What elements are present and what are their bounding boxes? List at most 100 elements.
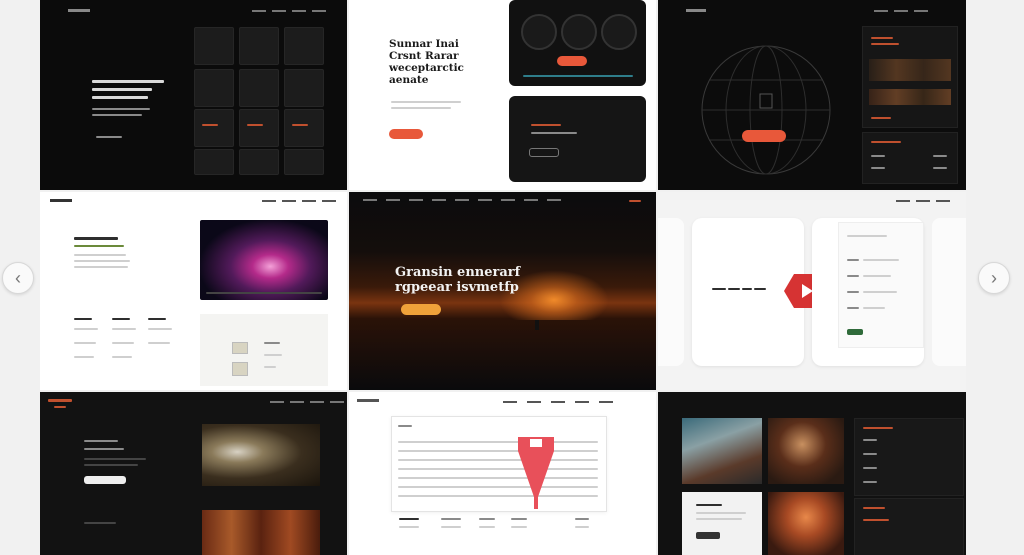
card-accent	[292, 124, 308, 126]
form-inner	[838, 222, 924, 348]
carousel-prev-button[interactable]: ‹	[2, 262, 34, 294]
tile-light-media[interactable]	[40, 192, 347, 390]
grid-card[interactable]	[194, 27, 234, 65]
headline-line: rgpeear isvmetfp	[395, 279, 519, 295]
panel-line	[933, 167, 947, 169]
portfolio-image[interactable]	[202, 424, 320, 486]
grid-card[interactable]	[239, 27, 279, 65]
cta-button[interactable]	[84, 476, 126, 484]
form-line	[847, 259, 859, 261]
table-row	[398, 441, 598, 443]
grid-card[interactable]	[284, 149, 324, 175]
grid-card[interactable]	[239, 149, 279, 175]
form-card	[812, 218, 924, 366]
feature-line	[112, 342, 134, 344]
tile-sunset-hero[interactable]: Gransin ennerarf rgpeear isvmetfp	[349, 192, 656, 390]
summary-line	[479, 526, 495, 528]
photo-thumb[interactable]	[682, 492, 762, 555]
tile-dark-grid[interactable]	[40, 0, 347, 190]
feature-title	[74, 318, 92, 320]
boat-silhouette	[535, 320, 539, 330]
summary-line	[441, 518, 461, 520]
panel-button[interactable]	[557, 56, 587, 66]
feature-line	[74, 356, 94, 358]
feature-line	[74, 342, 96, 344]
grid-card[interactable]	[239, 69, 279, 107]
carousel-next-button[interactable]: ›	[978, 262, 1010, 294]
panel-line	[871, 167, 885, 169]
hero-line	[84, 458, 146, 460]
table-row	[398, 486, 598, 488]
table-row	[398, 450, 598, 452]
form-submit-button[interactable]	[847, 329, 863, 335]
portfolio-image[interactable]	[202, 510, 320, 555]
hero-line	[92, 108, 150, 110]
hero-line	[74, 237, 118, 240]
tile-dark-globe[interactable]	[658, 0, 966, 190]
side-panel-lower	[862, 132, 958, 184]
hero-line	[92, 114, 142, 116]
tile-logo	[48, 399, 72, 402]
chart-band	[869, 59, 951, 81]
player-controls[interactable]	[206, 292, 322, 294]
feature-line	[148, 342, 170, 344]
template-gallery: Sunnar Inai Crsnt Rarar weceptarctic aen…	[40, 0, 966, 555]
grid-card[interactable]	[194, 69, 234, 107]
card-line	[712, 288, 726, 290]
highlight-marker	[518, 437, 554, 509]
card-accent	[247, 124, 263, 126]
tile-dashboard-table[interactable]	[349, 392, 656, 555]
grid-card[interactable]	[284, 109, 324, 147]
body-line	[391, 107, 451, 109]
hero-line	[74, 254, 126, 256]
cta-button[interactable]	[389, 129, 423, 139]
hero-link[interactable]	[96, 136, 122, 138]
feature-line	[112, 356, 132, 358]
table-title	[398, 425, 412, 427]
tile-logo	[686, 9, 706, 12]
tile-dark-portfolio[interactable]	[40, 392, 347, 555]
summary-line	[575, 526, 589, 528]
globe-cta-button[interactable]	[742, 130, 786, 142]
info-panel-lower	[854, 498, 964, 555]
cta-button[interactable]	[401, 304, 441, 315]
panel-line	[523, 75, 633, 77]
tile-white-split[interactable]: Sunnar Inai Crsnt Rarar weceptarctic aen…	[349, 0, 656, 190]
tile-play-feature[interactable]	[658, 192, 966, 390]
photo-thumb[interactable]	[682, 418, 762, 484]
table-row	[398, 459, 598, 461]
product-panel	[200, 314, 328, 386]
hero-line	[74, 266, 128, 268]
panel-line	[531, 132, 577, 134]
photo-thumb[interactable]	[768, 492, 844, 555]
form-line	[847, 275, 859, 277]
form-line	[847, 307, 859, 309]
product-thumb[interactable]	[232, 342, 248, 354]
hero-line	[74, 260, 130, 262]
side-panel	[862, 26, 958, 128]
product-line	[264, 342, 280, 344]
summary-line	[511, 518, 527, 520]
hero-line	[92, 96, 148, 99]
grid-card[interactable]	[284, 27, 324, 65]
card-button[interactable]	[696, 532, 720, 539]
grid-card[interactable]	[239, 109, 279, 147]
summary-line	[575, 518, 589, 520]
product-thumb[interactable]	[232, 362, 248, 376]
chart-band	[869, 89, 951, 105]
product-line	[264, 354, 282, 356]
grid-card[interactable]	[194, 149, 234, 175]
form-line	[847, 291, 859, 293]
panel-title	[531, 124, 561, 126]
tile-photo-grid[interactable]	[658, 392, 966, 555]
panel-title	[863, 427, 893, 429]
side-card	[658, 218, 684, 366]
photo-thumb[interactable]	[768, 418, 844, 484]
tile-nav	[896, 200, 950, 202]
panel-title	[863, 507, 885, 509]
media-player[interactable]	[200, 220, 328, 300]
grid-card[interactable]	[284, 69, 324, 107]
grid-card[interactable]	[194, 109, 234, 147]
panel-input[interactable]	[529, 148, 559, 157]
panel-line	[871, 117, 891, 119]
